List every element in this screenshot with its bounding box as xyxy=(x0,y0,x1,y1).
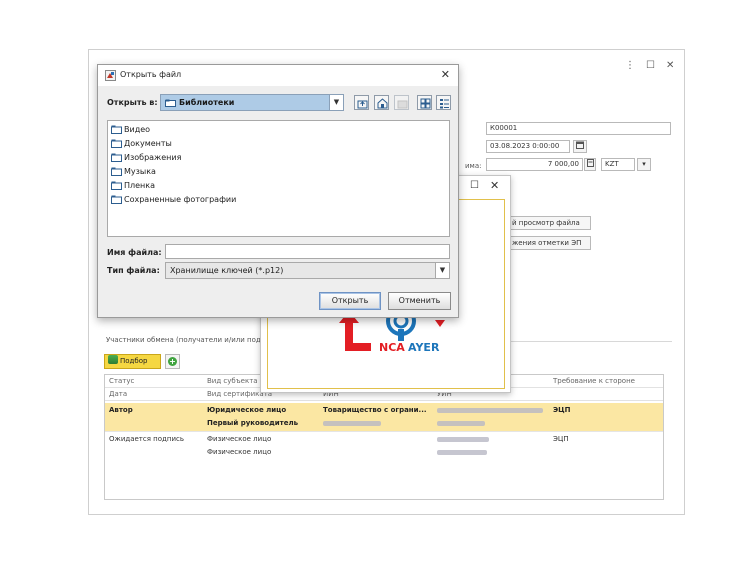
list-item[interactable]: Музыка xyxy=(111,167,156,176)
chevron-down-icon[interactable]: ▼ xyxy=(435,263,449,278)
row-cert-type: Первый руководитель xyxy=(207,419,299,427)
list-item-label: Музыка xyxy=(124,167,156,176)
close-icon[interactable]: ✕ xyxy=(666,60,674,71)
grid-view-icon xyxy=(420,98,431,109)
row-status: Ожидается подпись xyxy=(109,435,184,443)
row-iin-redacted xyxy=(323,419,381,427)
list-item[interactable]: Пленка xyxy=(111,181,155,190)
list-item-label: Сохраненные фотографии xyxy=(124,195,237,204)
home-icon xyxy=(377,98,388,109)
list-item-label: Пленка xyxy=(124,181,156,190)
column-header-requirement[interactable]: Требование к стороне xyxy=(553,377,635,385)
participants-group-title: Участники обмена (получатели и/или подп xyxy=(106,336,266,344)
podbor-label: Подбор xyxy=(120,357,148,365)
new-folder-icon xyxy=(397,100,408,109)
dialog-titlebar: Открыть файл ✕ xyxy=(98,65,458,86)
details-view-button[interactable] xyxy=(436,95,451,110)
calendar-button[interactable] xyxy=(573,140,587,153)
home-button[interactable] xyxy=(374,95,389,110)
document-date-field[interactable]: 03.08.2023 0:00:00 xyxy=(486,140,570,153)
folder-icon xyxy=(111,195,122,204)
list-view-button[interactable] xyxy=(417,95,432,110)
column-header-status[interactable]: Статус xyxy=(109,377,134,385)
preview-file-button[interactable]: й просмотр файла xyxy=(507,216,591,230)
add-participant-button[interactable]: + xyxy=(165,354,180,369)
maximize-icon[interactable]: ☐ xyxy=(646,60,655,71)
list-item[interactable]: Сохраненные фотографии xyxy=(111,195,236,204)
folder-icon xyxy=(165,99,176,107)
open-button[interactable]: Открыть xyxy=(319,292,381,310)
list-item-label: Документы xyxy=(124,139,172,148)
table-row[interactable]: Ожидается подпись Физическое лицо Физиче… xyxy=(105,431,663,459)
folder-icon xyxy=(111,153,122,162)
details-view-icon xyxy=(440,99,449,109)
close-icon[interactable]: ✕ xyxy=(441,68,450,81)
list-item[interactable]: Документы xyxy=(111,139,172,148)
calendar-icon xyxy=(576,141,584,149)
logo-text-left: NCA xyxy=(379,341,405,354)
amount-field[interactable]: 7 000,00 xyxy=(486,158,583,171)
row-subject: Юридическое лицо xyxy=(207,406,287,414)
close-icon[interactable]: ✕ xyxy=(490,179,499,192)
filetype-label: Тип файла: xyxy=(107,266,160,275)
currency-field[interactable]: KZT xyxy=(601,158,635,171)
folder-icon xyxy=(111,139,122,148)
file-list[interactable]: Видео Документы Изображения Музыка Пленк… xyxy=(107,120,450,237)
podbor-button[interactable]: Подбор xyxy=(104,354,161,369)
list-item-label: Изображения xyxy=(124,153,182,162)
filename-label: Имя файла: xyxy=(107,248,162,257)
row-name: Товарищество с ограни... xyxy=(323,406,427,414)
more-menu-icon[interactable]: ⋮ xyxy=(625,60,635,71)
row-uin2-redacted xyxy=(437,448,487,456)
column-header-subject[interactable]: Вид субъекта xyxy=(207,377,258,385)
maximize-icon[interactable]: ☐ xyxy=(470,180,479,191)
chevron-down-icon[interactable]: ▼ xyxy=(329,95,343,110)
calculator-icon xyxy=(586,159,594,167)
folder-icon xyxy=(111,125,122,134)
dialog-title: Открыть файл xyxy=(120,70,182,79)
row-status: Автор xyxy=(109,406,133,414)
currency-dropdown-button[interactable]: ▾ xyxy=(637,158,651,171)
logo-text-right: AYER xyxy=(408,341,440,354)
row-requirement: ЭЦП xyxy=(553,435,569,443)
folder-icon xyxy=(111,167,122,176)
row-uin2-redacted xyxy=(437,419,485,427)
cancel-button[interactable]: Отменить xyxy=(388,292,451,310)
look-in-value: Библиотеки xyxy=(179,98,235,107)
stamp-preview-button[interactable]: жения отметки ЭП xyxy=(507,236,591,250)
filetype-select[interactable]: Хранилище ключей (*.p12) ▼ xyxy=(165,262,450,279)
chevron-down-icon: ▾ xyxy=(642,160,646,168)
new-folder-button[interactable] xyxy=(394,95,409,110)
list-item[interactable]: Изображения xyxy=(111,153,181,162)
folder-icon xyxy=(111,181,122,190)
folder-up-icon xyxy=(357,100,368,109)
row-uin-redacted xyxy=(437,435,489,443)
list-item-label: Видео xyxy=(124,125,151,134)
filetype-value: Хранилище ключей (*.p12) xyxy=(170,266,284,275)
up-one-level-button[interactable] xyxy=(354,95,369,110)
users-icon xyxy=(108,355,118,364)
filename-input[interactable] xyxy=(165,244,450,259)
plus-icon: + xyxy=(168,357,177,366)
look-in-combo[interactable]: Библиотеки ▼ xyxy=(160,94,344,111)
look-in-label: Открыть в: xyxy=(107,98,158,107)
document-number-field[interactable]: К00001 xyxy=(486,122,671,135)
row-requirement: ЭЦП xyxy=(553,406,571,414)
table-row[interactable]: Автор Юридическое лицо Первый руководите… xyxy=(105,403,663,431)
open-file-dialog: Открыть файл ✕ Открыть в: Библиотеки ▼ В… xyxy=(97,64,459,318)
row-cert-type: Физическое лицо xyxy=(207,448,272,456)
amount-calc-button[interactable] xyxy=(584,158,596,171)
row-uin-redacted xyxy=(437,406,543,414)
column-header-date[interactable]: Дата xyxy=(109,390,127,398)
list-item[interactable]: Видео xyxy=(111,125,150,134)
amount-label: има: xyxy=(465,162,482,170)
row-subject: Физическое лицо xyxy=(207,435,272,443)
java-app-icon xyxy=(105,70,116,81)
